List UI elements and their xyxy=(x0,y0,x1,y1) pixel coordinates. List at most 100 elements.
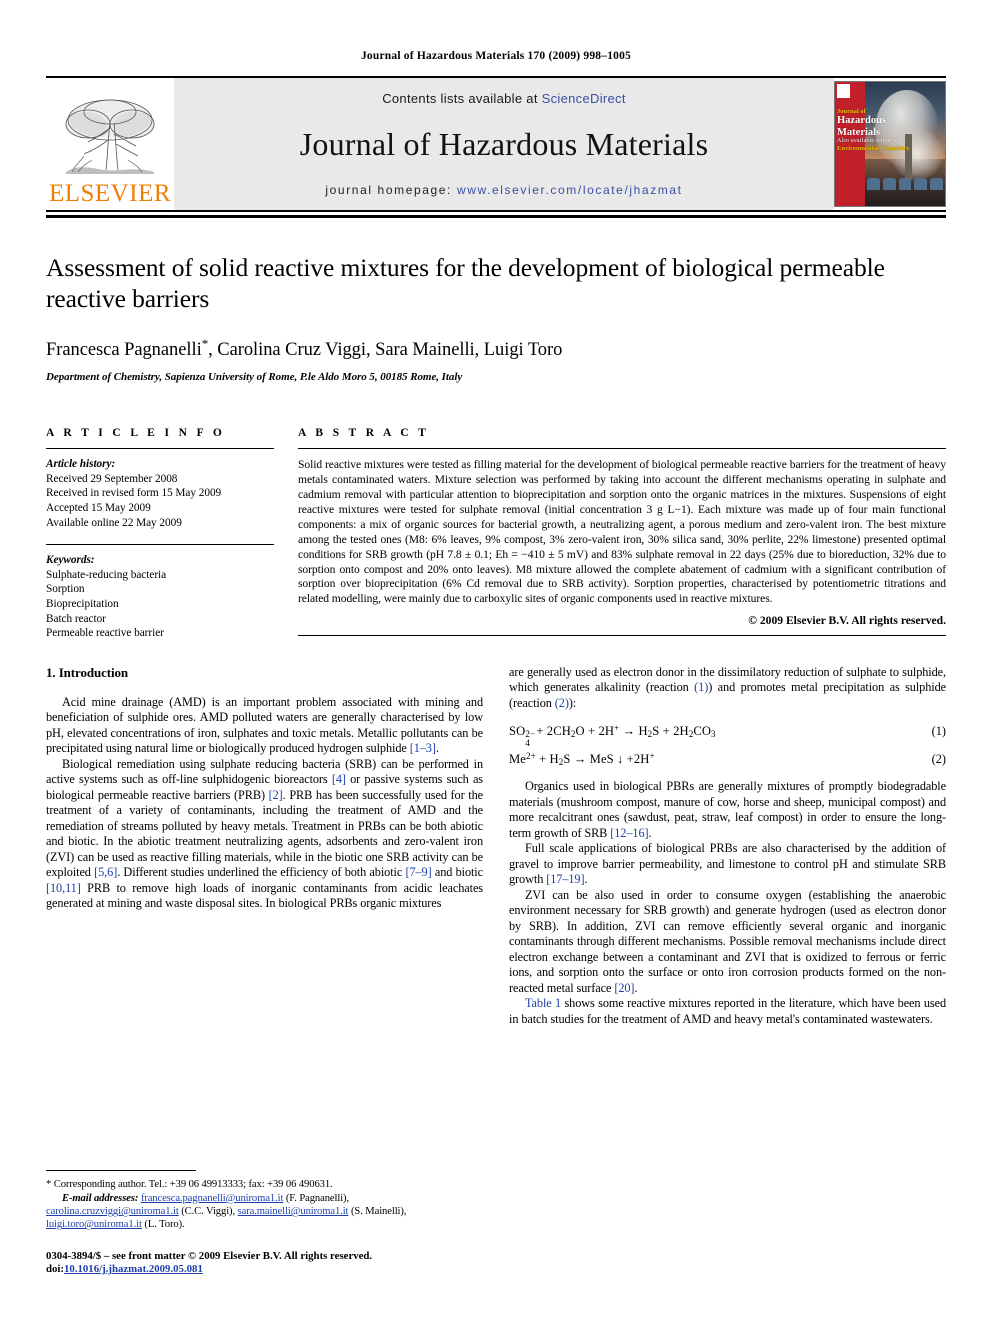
email-addresses-note-continued: carolina.cruzviggi@uniroma1.it (C.C. Vig… xyxy=(46,1205,489,1218)
running-head: Journal of Hazardous Materials 170 (2009… xyxy=(360,50,631,62)
email-owner: (S. Mainelli), xyxy=(350,1206,407,1217)
contents-lists-prefix: Contents lists available at xyxy=(382,91,538,106)
cover-title-line2: Hazardous xyxy=(837,115,887,126)
email-owner: (L. Toro). xyxy=(144,1219,185,1231)
info-abstract-region: A R T I C L E I N F O Article history: R… xyxy=(46,427,946,641)
article-info-column: A R T I C L E I N F O Article history: R… xyxy=(46,427,298,641)
abstract-rule-bottom xyxy=(298,635,946,637)
email-link[interactable]: sara.mainelli@uniroma1.it xyxy=(238,1206,349,1217)
history-item: Available online 22 May 2009 xyxy=(46,516,182,529)
equation-row-2: Me2+ + H2S → MeS ↓ +2H+ (2) xyxy=(509,751,946,767)
equation-row-1: SO 2− 4 + 2CH2O + 2H+ → H2S + 2H2CO3 (1) xyxy=(509,723,946,748)
doi-line: doi:10.1016/j.jhazmat.2009.05.081 xyxy=(46,1263,489,1277)
sciencedirect-link[interactable]: ScienceDirect xyxy=(542,91,626,106)
paper-page: Journal of Hazardous Materials 170 (2009… xyxy=(0,0,992,1323)
masthead-bottom-rule xyxy=(46,215,946,218)
article-history-group: Article history: Received 29 September 2… xyxy=(46,449,274,544)
elsevier-wordmark: ELSEVIER xyxy=(48,180,172,207)
keywords-group: Keywords: Sulphate-reducing bacteria Sor… xyxy=(46,545,274,641)
homepage-url-link[interactable]: www.elsevier.com/locate/jhazmat xyxy=(457,183,683,197)
cover-storage-tanks xyxy=(867,174,943,190)
masthead-center: Contents lists available at ScienceDirec… xyxy=(174,78,834,210)
cover-title-text: Journal of Hazardous Materials Also avai… xyxy=(837,108,929,152)
issn-copyright-block: 0304-3894/$ – see front matter © 2009 El… xyxy=(46,1250,489,1277)
cover-title-line5: Environmental Chemistry xyxy=(837,145,910,152)
issn-line: 0304-3894/$ – see front matter © 2009 El… xyxy=(46,1249,373,1262)
history-item: Accepted 15 May 2009 xyxy=(46,501,151,514)
email-link[interactable]: francesca.pagnanelli@uniroma1.it xyxy=(141,1193,284,1204)
citation-link[interactable]: [20] xyxy=(614,981,634,995)
footnote-block: * Corresponding author. Tel.: +39 06 499… xyxy=(46,1170,489,1277)
citation-link[interactable]: [5,6] xyxy=(94,865,117,879)
keyword-item: Permeable reactive barrier xyxy=(46,627,164,640)
paragraph: Organics used in biological PBRs are gen… xyxy=(509,779,946,840)
email-addresses-note-continued: luigi.toro@uniroma1.it (L. Toro). xyxy=(46,1218,489,1231)
author-name-primary: Francesca Pagnanelli xyxy=(46,340,202,361)
cover-title-line3: Materials xyxy=(837,126,881,138)
citation-link[interactable]: [17–19] xyxy=(546,872,584,886)
email-owner: (F. Pagnanelli), xyxy=(285,1192,350,1204)
equation-ref-link[interactable]: (1) xyxy=(694,680,708,694)
citation-link[interactable]: [12–16] xyxy=(610,826,648,840)
journal-title: Journal of Hazardous Materials xyxy=(299,126,709,162)
paragraph: Acid mine drainage (AMD) is an important… xyxy=(46,694,483,756)
article-info-heading: A R T I C L E I N F O xyxy=(46,427,226,440)
citation-link[interactable]: [2] xyxy=(269,788,283,802)
author-list: Francesca Pagnanelli*, Carolina Cruz Vig… xyxy=(46,336,946,361)
keywords-label: Keywords: xyxy=(46,554,95,567)
equation-number-2: (2) xyxy=(931,752,946,767)
paragraph: Full scale applications of biological PR… xyxy=(509,841,946,887)
email-link[interactable]: luigi.toro@uniroma1.it xyxy=(46,1219,142,1230)
body-right-column: are generally used as electron donor in … xyxy=(509,665,946,1028)
history-item: Received 29 September 2008 xyxy=(46,472,178,485)
elsevier-tree-icon xyxy=(58,94,162,180)
keyword-item: Batch reactor xyxy=(46,612,106,625)
article-title: Assessment of solid reactive mixtures fo… xyxy=(46,253,885,313)
citation-link[interactable]: [1–3] xyxy=(410,741,436,755)
citation-link[interactable]: [10,11] xyxy=(46,881,81,895)
email-link[interactable]: carolina.cruzviggi@uniroma1.it xyxy=(46,1206,179,1217)
cover-elsevier-mark-icon xyxy=(837,84,850,98)
abstract-column: A B S T R A C T Solid reactive mixtures … xyxy=(298,427,946,641)
keyword-item: Sulphate-reducing bacteria xyxy=(46,568,167,581)
paragraph: Table 1 shows some reactive mixtures rep… xyxy=(509,996,947,1026)
journal-cover-thumbnail: Journal of Hazardous Materials Also avai… xyxy=(834,81,946,207)
paragraph: ZVI can be also used in order to consume… xyxy=(509,887,946,995)
footnote-rule xyxy=(46,1170,196,1172)
email-addresses-note: E-mail addresses: francesca.pagnanelli@u… xyxy=(46,1192,489,1205)
elsevier-logo: ELSEVIER xyxy=(46,78,174,210)
doi-label: doi: xyxy=(46,1263,64,1276)
citation-link[interactable]: [7–9] xyxy=(405,865,431,879)
section-heading-introduction: 1. Introduction xyxy=(46,664,129,680)
paragraph: are generally used as electron donor in … xyxy=(509,664,946,710)
keyword-item: Sorption xyxy=(46,583,85,596)
history-item: Received in revised form 15 May 2009 xyxy=(46,487,222,500)
journal-homepage-line: journal homepage: www.elsevier.com/locat… xyxy=(325,183,682,197)
cover-title-line4: Also available online at xyxy=(837,138,899,144)
body-two-columns: 1. Introduction Acid mine drainage (AMD)… xyxy=(46,665,946,1028)
doi-link[interactable]: 10.1016/j.jhazmat.2009.05.081 xyxy=(64,1263,203,1275)
equation-number-1: (1) xyxy=(931,723,946,738)
equation-1: SO 2− 4 + 2CH2O + 2H+ → H2S + 2H2CO3 xyxy=(509,723,716,748)
abstract-copyright: © 2009 Elsevier B.V. All rights reserved… xyxy=(748,614,946,628)
title-block: Assessment of solid reactive mixtures fo… xyxy=(46,252,946,383)
journal-masthead: ELSEVIER Contents lists available at Sci… xyxy=(46,76,946,212)
paragraph: Biological remediation using sulphate re… xyxy=(46,756,483,911)
author-affiliation: Department of Chemistry, Sapienza Univer… xyxy=(46,371,463,384)
cover-title-line1: Journal of xyxy=(837,108,866,115)
body-left-column: 1. Introduction Acid mine drainage (AMD)… xyxy=(46,665,483,1028)
abstract-heading: A B S T R A C T xyxy=(298,427,430,440)
corresponding-author-note: * Corresponding author. Tel.: +39 06 499… xyxy=(46,1179,333,1191)
abstract-text: Solid reactive mixtures were tested as f… xyxy=(298,458,946,606)
keyword-item: Bioprecipitation xyxy=(46,597,119,610)
equation-ref-link[interactable]: (2) xyxy=(555,696,569,710)
email-owner: (C.C. Viggi), xyxy=(181,1206,236,1217)
email-addresses-label: E-mail addresses: xyxy=(62,1192,139,1204)
author-names-rest: , Carolina Cruz Viggi, Sara Mainelli, Lu… xyxy=(208,340,563,361)
table-ref-link[interactable]: Table 1 xyxy=(525,996,561,1010)
article-history-label: Article history: xyxy=(46,458,116,471)
contents-lists-line: Contents lists available at ScienceDirec… xyxy=(382,91,626,106)
equation-2: Me2+ + H2S → MeS ↓ +2H+ xyxy=(509,751,655,768)
citation-link[interactable]: [4] xyxy=(332,772,346,786)
homepage-label: journal homepage: xyxy=(325,183,452,197)
